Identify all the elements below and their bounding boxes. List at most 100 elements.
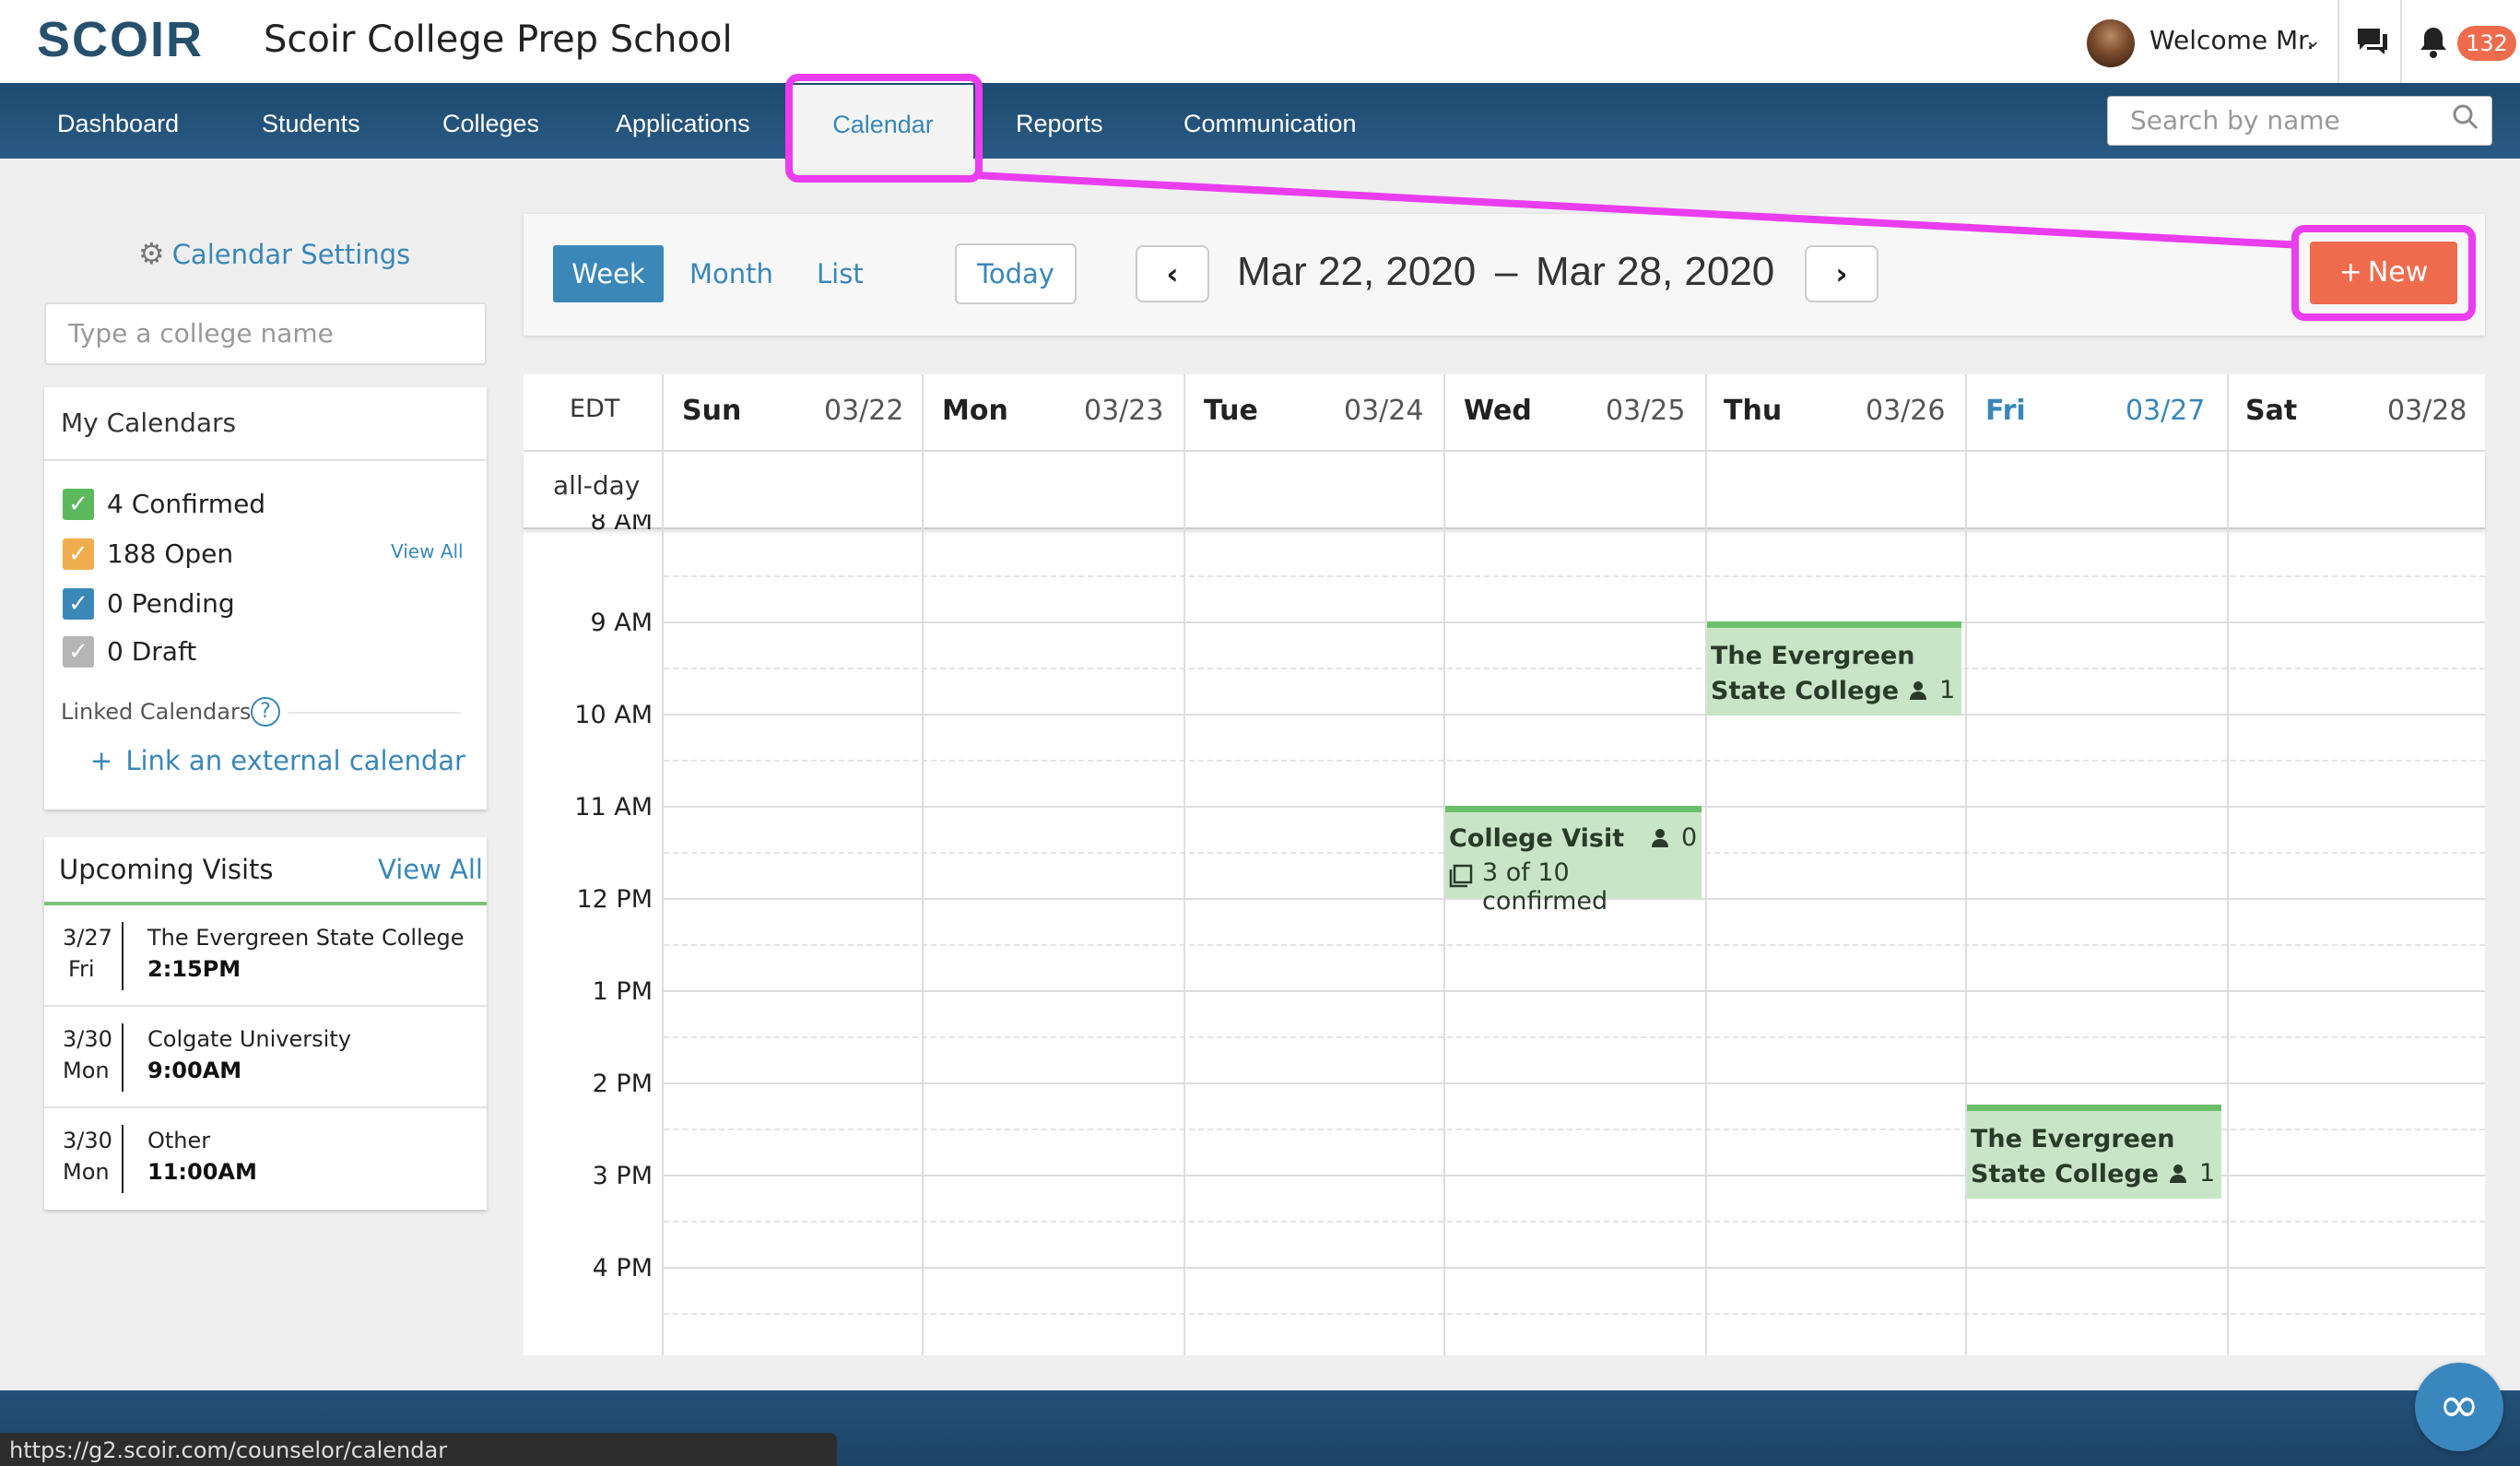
event-title: College Visit bbox=[1449, 824, 1625, 853]
nav-colleges[interactable]: Colleges bbox=[442, 83, 539, 159]
scoir-logo[interactable]: SCOIR bbox=[37, 11, 204, 68]
copy-icon bbox=[1449, 864, 1473, 892]
day-name-today: Fri bbox=[1985, 395, 2026, 427]
time-label: 10 AM bbox=[574, 701, 653, 729]
day-name: Thu bbox=[1724, 395, 1783, 427]
timezone-label: EDT bbox=[570, 395, 620, 423]
bell-icon[interactable] bbox=[2419, 26, 2448, 67]
college-name-input[interactable]: Type a college name bbox=[44, 302, 487, 365]
notification-badge[interactable]: 132 bbox=[2457, 26, 2516, 61]
time-label: 12 PM bbox=[576, 885, 653, 914]
my-calendars-title: My Calendars bbox=[61, 408, 237, 438]
visit-date: 3/27 bbox=[63, 925, 112, 951]
chat-icon[interactable] bbox=[2356, 26, 2389, 65]
divider bbox=[2400, 0, 2402, 83]
hour-line bbox=[664, 714, 2485, 715]
column-line bbox=[1183, 374, 1185, 1355]
time-label: 2 PM bbox=[592, 1070, 653, 1098]
chevron-right-icon: › bbox=[1835, 256, 1848, 291]
plus-icon: + bbox=[90, 745, 113, 776]
visit-name: Colgate University bbox=[147, 1026, 351, 1052]
person-icon bbox=[1650, 827, 1670, 853]
hour-line bbox=[664, 621, 2485, 623]
event-subtitle: 3 of 10 confirmed bbox=[1482, 858, 1608, 916]
time-label: 4 PM bbox=[592, 1254, 653, 1283]
event-title: The Evergreen bbox=[1711, 642, 1915, 670]
attendee-count: 0 bbox=[1681, 823, 1698, 852]
half-hour-line bbox=[664, 1036, 2485, 1038]
day-name: Sat bbox=[2245, 395, 2298, 427]
divider bbox=[122, 1125, 124, 1193]
draft-label: 0 Draft bbox=[107, 636, 197, 667]
day-date: 03/28 bbox=[2387, 395, 2467, 427]
avatar[interactable] bbox=[2087, 19, 2135, 67]
divider bbox=[122, 922, 124, 990]
divider bbox=[288, 712, 461, 714]
calendar-event-thu[interactable]: The Evergreen State College 1 bbox=[1707, 621, 1961, 715]
person-icon bbox=[1908, 680, 1928, 705]
view-all-open-link[interactable]: View All bbox=[391, 540, 464, 562]
view-list-button[interactable]: List bbox=[817, 245, 864, 302]
help-chat-button[interactable]: ∞ bbox=[2415, 1363, 2503, 1451]
event-title: State College bbox=[1971, 1160, 2160, 1188]
visit-date: 3/30 bbox=[63, 1026, 112, 1052]
prev-week-button[interactable]: ‹ bbox=[1136, 245, 1209, 302]
nav-reports[interactable]: Reports bbox=[1016, 83, 1103, 159]
next-week-button[interactable]: › bbox=[1805, 245, 1878, 302]
attendee-count: 1 bbox=[1939, 676, 1956, 704]
hour-line bbox=[664, 1267, 2485, 1269]
all-day-label: all-day bbox=[553, 470, 641, 501]
day-date-today: 03/27 bbox=[2126, 395, 2206, 427]
visit-name: Other bbox=[147, 1128, 211, 1153]
divider bbox=[44, 1106, 487, 1108]
confirmed-label: 4 Confirmed bbox=[107, 489, 266, 519]
calendar-settings-label: Calendar Settings bbox=[171, 239, 411, 270]
list-item[interactable]: 3/27 Fri The Evergreen State College 2:1… bbox=[44, 907, 487, 1005]
visit-time: 9:00AM bbox=[147, 1058, 242, 1083]
half-hour-line bbox=[664, 575, 2485, 577]
column-line bbox=[1705, 374, 1707, 1355]
search-icon[interactable] bbox=[2452, 103, 2479, 138]
infinity-icon: ∞ bbox=[2438, 1376, 2480, 1434]
search-input[interactable]: Search by name bbox=[2107, 96, 2492, 146]
day-date: 03/25 bbox=[1606, 395, 1686, 427]
annotation-highlight-new bbox=[2291, 225, 2476, 321]
open-checkbox[interactable]: ✓ bbox=[63, 538, 94, 570]
linked-calendars-label: Linked Calendars bbox=[61, 699, 252, 725]
day-date: 03/24 bbox=[1344, 395, 1424, 427]
nav-communication[interactable]: Communication bbox=[1183, 83, 1357, 159]
status-url: https://g2.scoir.com/counselor/calendar bbox=[0, 1433, 837, 1466]
time-label: 1 PM bbox=[592, 977, 653, 1006]
half-hour-line bbox=[664, 1221, 2485, 1223]
calendar-event-fri[interactable]: The Evergreen State College 1 bbox=[1967, 1105, 2221, 1199]
range-separator: – bbox=[1495, 249, 1518, 294]
list-item[interactable]: 3/30 Mon Other 11:00AM bbox=[44, 1110, 487, 1208]
pending-checkbox[interactable]: ✓ bbox=[63, 588, 94, 620]
half-hour-line bbox=[664, 668, 2485, 669]
day-name: Sun bbox=[682, 395, 742, 427]
chevron-down-icon[interactable]: ⌄ bbox=[2304, 30, 2321, 53]
time-label: 3 PM bbox=[592, 1162, 653, 1190]
welcome-menu[interactable]: Welcome Mr. bbox=[2149, 25, 2314, 55]
person-icon bbox=[2168, 1163, 2188, 1188]
divider bbox=[44, 459, 487, 461]
divider bbox=[44, 1005, 487, 1007]
link-external-calendar[interactable]: + Link an external calendar bbox=[90, 745, 465, 776]
calendar-settings-link[interactable]: ⚙ Calendar Settings bbox=[138, 236, 410, 271]
view-week-button[interactable]: Week bbox=[553, 245, 664, 302]
nav-dashboard[interactable]: Dashboard bbox=[57, 83, 179, 159]
confirmed-checkbox[interactable]: ✓ bbox=[63, 489, 94, 520]
list-item[interactable]: 3/30 Mon Colgate University 9:00AM bbox=[44, 1009, 487, 1106]
column-line bbox=[922, 374, 924, 1355]
calendar-event-wed[interactable]: College Visit 0 3 of 10 confirmed bbox=[1445, 806, 1702, 916]
upcoming-view-all-link[interactable]: View All bbox=[378, 854, 483, 885]
nav-applications[interactable]: Applications bbox=[616, 83, 750, 159]
view-month-button[interactable]: Month bbox=[689, 245, 773, 302]
draft-checkbox[interactable]: ✓ bbox=[63, 636, 94, 668]
today-button[interactable]: Today bbox=[955, 243, 1077, 304]
pending-label: 0 Pending bbox=[107, 588, 235, 619]
divider bbox=[2337, 0, 2339, 83]
help-icon[interactable]: ? bbox=[251, 697, 280, 727]
nav-students[interactable]: Students bbox=[262, 83, 360, 159]
visit-name: The Evergreen State College bbox=[147, 925, 465, 951]
